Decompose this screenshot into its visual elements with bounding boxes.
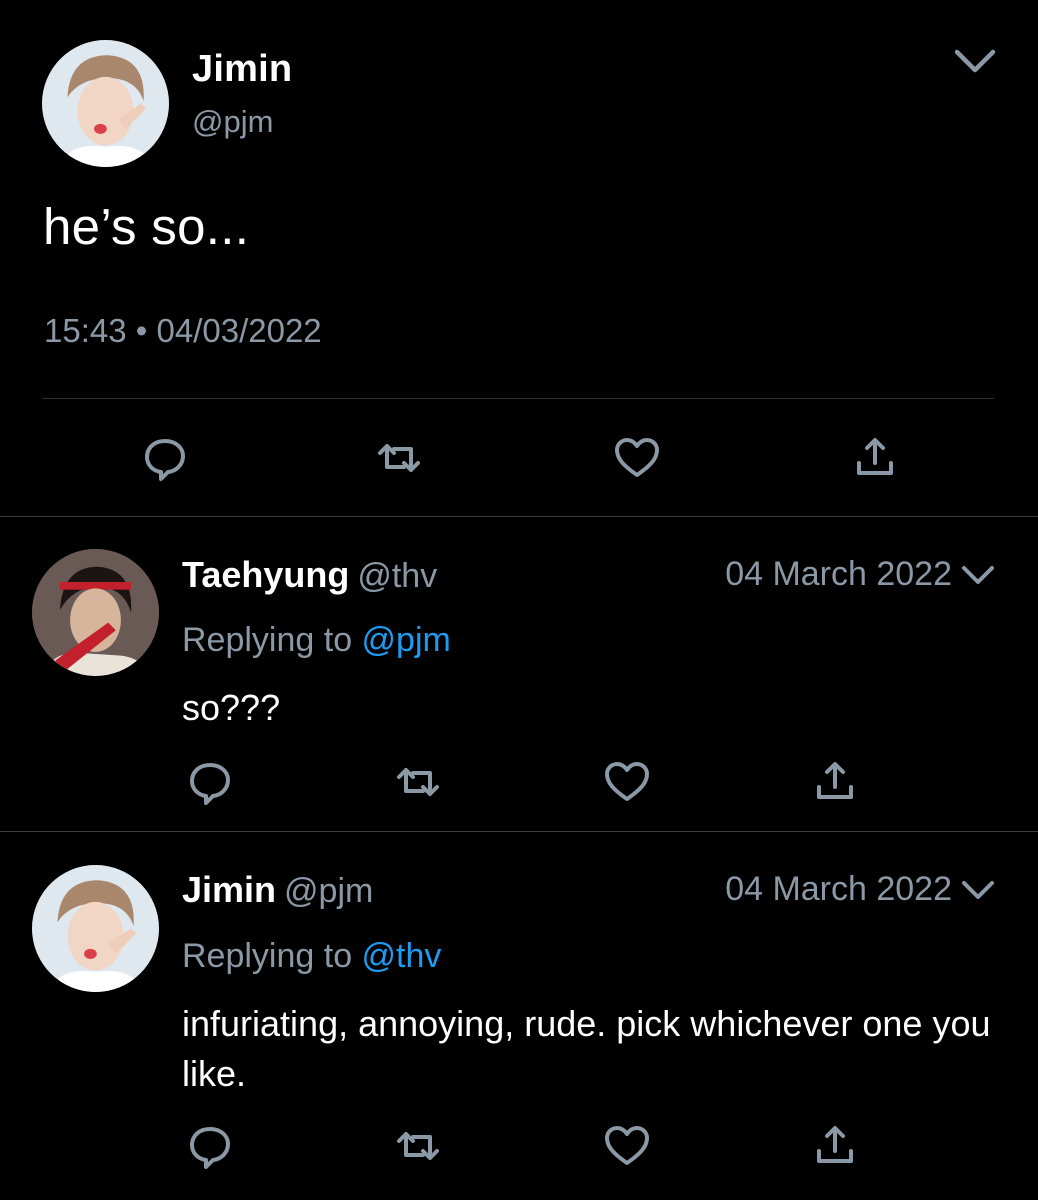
tweet-timestamp: 15:43 • 04/03/2022 [44, 312, 322, 350]
replying-to: Replying to @thv [182, 937, 441, 976]
reply-date: 04 March 2022 [725, 870, 952, 908]
author-display-name[interactable]: Taehyung [182, 554, 349, 595]
reply-tweet: Taehyung @thv 04 March 2022 Replying to @… [0, 517, 1038, 831]
author-display-name[interactable]: Jimin [182, 869, 276, 910]
main-tweet: Jimin @pjm he’s so... 15:43 • 04/03/2022 [0, 0, 1038, 517]
tweet-actions [0, 757, 1038, 807]
retweet-icon[interactable] [393, 757, 443, 807]
replying-label: Replying to [182, 621, 362, 659]
meta-separator: • [135, 312, 148, 349]
author-handle[interactable]: @pjm [284, 872, 373, 910]
share-icon[interactable] [850, 433, 900, 483]
chevron-down-icon[interactable] [960, 562, 996, 588]
tweet-actions [0, 433, 1038, 483]
like-icon[interactable] [612, 433, 662, 483]
reply-icon[interactable] [185, 757, 235, 807]
author-handle[interactable]: @pjm [192, 104, 273, 140]
tweet-date: 04/03/2022 [156, 312, 322, 349]
share-icon[interactable] [810, 1121, 860, 1171]
avatar[interactable] [42, 40, 169, 167]
reply-text: so??? [182, 687, 281, 728]
avatar-image [42, 40, 169, 167]
mention-link[interactable]: @pjm [362, 621, 451, 659]
replying-to: Replying to @pjm [182, 621, 451, 660]
reply-icon[interactable] [185, 1121, 235, 1171]
avatar-image [32, 549, 159, 676]
like-icon[interactable] [602, 1121, 652, 1171]
reply-tweet: Jimin @pjm 04 March 2022 Replying to @thv… [0, 832, 1038, 1200]
divider [42, 398, 994, 399]
retweet-icon[interactable] [393, 1121, 443, 1171]
avatar-image [32, 865, 159, 992]
chevron-down-icon[interactable] [952, 46, 998, 76]
retweet-icon[interactable] [374, 433, 424, 483]
author-name[interactable]: Jimin @pjm [182, 869, 373, 911]
replying-label: Replying to [182, 937, 362, 975]
tweet-time: 15:43 [44, 312, 127, 349]
author-name[interactable]: Taehyung @thv [182, 554, 437, 596]
tweet-actions [0, 1121, 1038, 1171]
like-icon[interactable] [602, 757, 652, 807]
share-icon[interactable] [810, 757, 860, 807]
chevron-down-icon[interactable] [960, 877, 996, 903]
author-name[interactable]: Jimin [192, 48, 292, 91]
reply-text: infuriating, annoying, rude. pick whiche… [182, 1003, 991, 1094]
avatar[interactable] [32, 865, 159, 992]
tweet-text: he’s so... [43, 198, 250, 255]
reply-date: 04 March 2022 [725, 555, 952, 593]
avatar[interactable] [32, 549, 159, 676]
mention-link[interactable]: @thv [362, 937, 442, 975]
author-handle[interactable]: @thv [357, 557, 437, 595]
reply-icon[interactable] [140, 433, 190, 483]
